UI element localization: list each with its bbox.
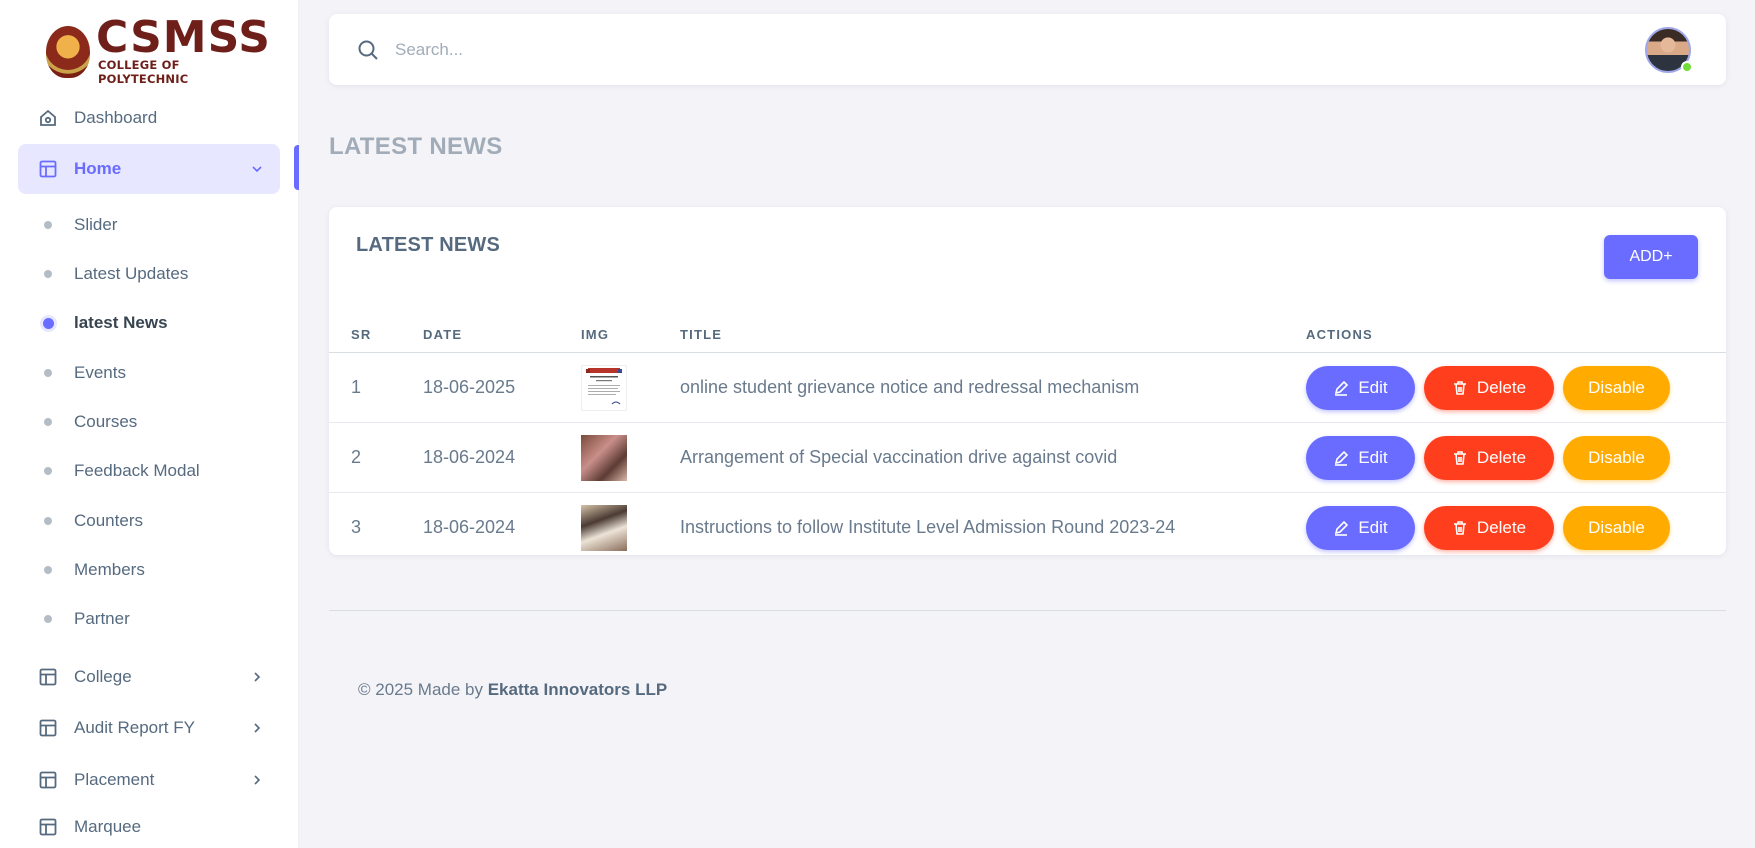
news-thumbnail[interactable] bbox=[581, 505, 627, 551]
delete-button[interactable]: Delete bbox=[1424, 366, 1554, 410]
bullet-icon bbox=[44, 566, 52, 574]
sidebar-subitem-courses[interactable]: Courses bbox=[44, 407, 137, 437]
cell-date: 18-06-2025 bbox=[423, 377, 516, 397]
sidebar-item-label: College bbox=[74, 667, 132, 686]
edit-button[interactable]: Edit bbox=[1306, 436, 1415, 480]
disable-button[interactable]: Disable bbox=[1563, 436, 1670, 480]
sidebar-subitem-events[interactable]: Events bbox=[44, 358, 126, 388]
add-news-button[interactable]: ADD+ bbox=[1604, 235, 1698, 279]
column-header-date: DATE bbox=[423, 327, 463, 342]
news-table: SR DATE IMG TITLE ACTIONS 1 18-06-2025 o… bbox=[329, 315, 1726, 563]
layout-icon bbox=[38, 817, 58, 837]
pencil-icon bbox=[1333, 380, 1349, 396]
footer: © 2025 Made by Ekatta Innovators LLP bbox=[358, 680, 667, 700]
row-actions: Edit Delete Disable bbox=[1306, 366, 1670, 410]
sidebar-subitem-members[interactable]: Members bbox=[44, 555, 145, 585]
college-emblem-icon bbox=[46, 26, 90, 78]
sidebar-item-college[interactable]: College bbox=[18, 652, 280, 702]
page-title: LATEST NEWS bbox=[329, 133, 503, 160]
footer-copyright: © 2025 Made by bbox=[358, 680, 488, 699]
chevron-down-icon bbox=[250, 162, 264, 176]
cell-sr: 2 bbox=[351, 447, 362, 467]
brand-title: CSMSS bbox=[96, 12, 271, 63]
layout-icon bbox=[38, 159, 58, 179]
sidebar-item-home[interactable]: Home bbox=[18, 144, 280, 194]
row-actions: Edit Delete Disable bbox=[1306, 506, 1670, 550]
pencil-icon bbox=[1333, 520, 1349, 536]
bullet-icon bbox=[44, 615, 52, 623]
trash-icon bbox=[1452, 450, 1468, 466]
sidebar-subitem-slider[interactable]: Slider bbox=[44, 210, 117, 240]
cell-title: Arrangement of Special vaccination drive… bbox=[680, 447, 1118, 467]
cell-title: Instructions to follow Institute Level A… bbox=[680, 517, 1176, 537]
chevron-right-icon bbox=[250, 721, 264, 735]
search-icon[interactable] bbox=[356, 38, 380, 62]
bullet-icon bbox=[43, 317, 54, 329]
row-actions: Edit Delete Disable bbox=[1306, 436, 1670, 480]
sidebar-subitem-feedback-modal[interactable]: Feedback Modal bbox=[44, 456, 200, 486]
footer-divider bbox=[329, 610, 1726, 611]
sidebar-item-label: Placement bbox=[74, 770, 155, 789]
layout-icon bbox=[38, 667, 58, 687]
top-navbar bbox=[329, 14, 1726, 85]
bullet-icon bbox=[44, 369, 52, 377]
bullet-icon bbox=[44, 418, 52, 426]
column-header-actions: ACTIONS bbox=[1306, 327, 1373, 342]
active-indicator bbox=[294, 145, 299, 190]
card-title: LATEST NEWS bbox=[356, 234, 501, 256]
sidebar-item-label: Dashboard bbox=[74, 108, 158, 127]
edit-button[interactable]: Edit bbox=[1306, 506, 1415, 550]
sidebar-subitem-partner[interactable]: Partner bbox=[44, 604, 130, 634]
chevron-right-icon bbox=[250, 670, 264, 684]
brand-subtitle: COLLEGE OF POLYTECHNIC bbox=[98, 58, 189, 86]
layout-icon bbox=[38, 718, 58, 738]
column-header-title: TITLE bbox=[680, 327, 723, 342]
sidebar: CSMSS COLLEGE OF POLYTECHNIC Dashboard H… bbox=[0, 0, 299, 848]
column-header-img: IMG bbox=[581, 327, 610, 342]
trash-icon bbox=[1452, 380, 1468, 396]
sidebar-subitem-latest-updates[interactable]: Latest Updates bbox=[44, 259, 188, 289]
trash-icon bbox=[1452, 520, 1468, 536]
sidebar-item-label: Home bbox=[74, 159, 122, 178]
latest-news-card: LATEST NEWS ADD+ SR DATE IMG TITLE ACTIO… bbox=[329, 207, 1726, 555]
table-row: 3 18-06-2024 Instructions to follow Inst… bbox=[329, 493, 1726, 563]
sidebar-item-audit-report[interactable]: Audit Report FY bbox=[18, 703, 280, 753]
bullet-icon bbox=[44, 270, 52, 278]
home-icon bbox=[38, 108, 58, 128]
delete-button[interactable]: Delete bbox=[1424, 506, 1554, 550]
bullet-icon bbox=[44, 221, 52, 229]
disable-button[interactable]: Disable bbox=[1563, 506, 1670, 550]
disable-button[interactable]: Disable bbox=[1563, 366, 1670, 410]
sidebar-item-placement[interactable]: Placement bbox=[18, 755, 280, 805]
search-input[interactable] bbox=[395, 34, 1295, 66]
sidebar-item-label: Audit Report FY bbox=[74, 718, 195, 737]
cell-title: online student grievance notice and redr… bbox=[680, 377, 1140, 397]
cell-sr: 3 bbox=[351, 517, 362, 537]
chevron-right-icon bbox=[250, 773, 264, 787]
layout-icon bbox=[38, 770, 58, 790]
sidebar-item-dashboard[interactable]: Dashboard bbox=[18, 93, 280, 143]
bullet-icon bbox=[44, 517, 52, 525]
news-thumbnail[interactable] bbox=[581, 435, 627, 481]
table-row: 2 18-06-2024 Arrangement of Special vacc… bbox=[329, 423, 1726, 493]
bullet-icon bbox=[44, 467, 52, 475]
online-status-badge bbox=[1681, 61, 1693, 73]
news-thumbnail[interactable] bbox=[581, 365, 627, 411]
sidebar-subitem-counters[interactable]: Counters bbox=[44, 506, 143, 536]
cell-date: 18-06-2024 bbox=[423, 517, 516, 537]
column-header-sr: SR bbox=[351, 327, 372, 342]
sidebar-item-label: Marquee bbox=[74, 817, 142, 836]
pencil-icon bbox=[1333, 450, 1349, 466]
sidebar-item-marquee[interactable]: Marquee bbox=[18, 806, 280, 848]
edit-button[interactable]: Edit bbox=[1306, 366, 1415, 410]
sidebar-subitem-latest-news[interactable]: latest News bbox=[43, 308, 168, 338]
delete-button[interactable]: Delete bbox=[1424, 436, 1554, 480]
table-header: SR DATE IMG TITLE ACTIONS bbox=[329, 315, 1726, 353]
brand-logo[interactable]: CSMSS COLLEGE OF POLYTECHNIC bbox=[46, 16, 272, 86]
footer-company-link[interactable]: Ekatta Innovators LLP bbox=[488, 680, 667, 699]
table-row: 1 18-06-2025 online student grievance no… bbox=[329, 353, 1726, 423]
cell-date: 18-06-2024 bbox=[423, 447, 516, 467]
cell-sr: 1 bbox=[351, 377, 362, 397]
